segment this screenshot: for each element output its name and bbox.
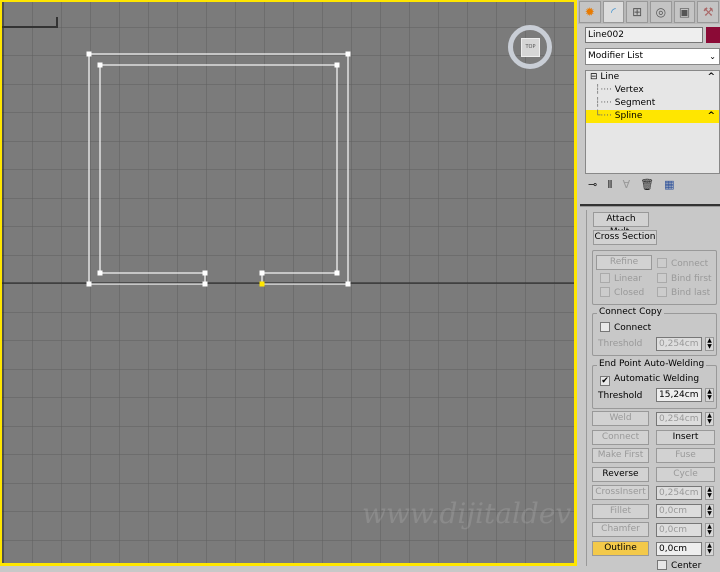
- stack-toolbar: ⊸ Ⅱ ∀ 🗑 ▦: [588, 178, 718, 194]
- stack-item-label: Segment: [614, 98, 656, 108]
- stack-item-label: Vertex: [614, 85, 644, 95]
- modifier-list-label: Modifier List: [588, 51, 643, 61]
- closed-checkbox[interactable]: Closed: [600, 287, 644, 299]
- command-panel: ✹ ◜ ⊞ ◎ ▣ ⚒ Line002 Modifier List ⌄ ⊟ Lin…: [578, 0, 720, 571]
- remove-modifier-icon[interactable]: 🗑: [640, 178, 654, 194]
- cross-section-button[interactable]: Cross Section: [593, 230, 657, 245]
- chamfer-button[interactable]: Chamfer: [592, 522, 649, 537]
- collapse-icon: ⊟: [590, 72, 601, 82]
- auto-welding-title: End Point Auto-Welding: [597, 359, 707, 369]
- stack-item-segment[interactable]: ┆···· Segment: [586, 97, 719, 110]
- spinner[interactable]: ▲ ▼: [705, 486, 714, 500]
- make-first-button[interactable]: Make First: [592, 448, 649, 463]
- create-tab[interactable]: ✹: [579, 1, 601, 23]
- weld-value-field[interactable]: 0,254cm: [656, 412, 702, 426]
- viewcube-top-face[interactable]: TOP: [521, 38, 540, 57]
- fillet-button[interactable]: Fillet: [592, 504, 649, 519]
- cycle-button[interactable]: Cycle: [656, 467, 715, 482]
- watermark: www.dijitaldev: [362, 497, 572, 530]
- viewcube[interactable]: TOP: [508, 25, 552, 69]
- fuse-button[interactable]: Fuse: [656, 448, 715, 463]
- hierarchy-icon: ⊞: [632, 5, 643, 19]
- bind-last-label: Bind last: [671, 288, 711, 298]
- spinner[interactable]: ▲ ▼: [705, 412, 714, 426]
- command-panel-tabs: ✹ ◜ ⊞ ◎ ▣ ⚒: [578, 0, 720, 24]
- reverse-button[interactable]: Reverse: [592, 467, 649, 482]
- motion-icon: ◎: [655, 5, 667, 19]
- configure-sets-icon[interactable]: ▦: [664, 178, 674, 194]
- cross-insert-button[interactable]: CrossInsert: [592, 485, 649, 500]
- automatic-welding-checkbox[interactable]: ✔ Automatic Welding: [600, 374, 699, 386]
- bind-last-checkbox[interactable]: Bind last: [657, 287, 710, 299]
- outline-field[interactable]: 0,0cm: [656, 542, 702, 556]
- geometry-rollout: Attach Mult. Cross Section Refine Connec…: [586, 210, 720, 571]
- object-color-swatch[interactable]: [706, 27, 720, 43]
- pin-stack-icon[interactable]: ⊸: [588, 178, 597, 194]
- create-icon: ✹: [584, 5, 595, 19]
- connect-button[interactable]: Connect: [592, 430, 649, 445]
- connect-label: Connect: [671, 259, 709, 269]
- bind-first-checkbox[interactable]: Bind first: [657, 273, 712, 285]
- stack-item-spline[interactable]: └···· Spline ^: [586, 110, 719, 123]
- center-checkbox[interactable]: Center: [657, 560, 701, 572]
- weld-button[interactable]: Weld: [592, 411, 649, 426]
- motion-tab[interactable]: ◎: [650, 1, 672, 23]
- stack-item-label: Spline: [614, 111, 643, 121]
- panel-divider: [580, 204, 720, 207]
- make-unique-icon[interactable]: ∀: [623, 178, 631, 194]
- automatic-welding-label: Automatic Welding: [614, 374, 700, 384]
- linear-checkbox[interactable]: Linear: [600, 273, 642, 285]
- show-end-result-icon[interactable]: Ⅱ: [607, 178, 612, 194]
- chevron-up-icon: ^: [707, 111, 715, 121]
- stack-item-vertex[interactable]: ┆···· Vertex: [586, 84, 719, 97]
- fillet-field[interactable]: 0,0cm: [656, 504, 702, 518]
- spinner[interactable]: ▲ ▼: [705, 523, 714, 537]
- object-name-field[interactable]: Line002: [585, 27, 703, 43]
- viewport-grid: [2, 2, 574, 563]
- closed-label: Closed: [614, 288, 645, 298]
- connect-copy-checkbox[interactable]: Connect: [600, 322, 651, 334]
- top-viewport[interactable]: TOP www.dijitaldev: [0, 0, 577, 566]
- modifier-list-dropdown[interactable]: Modifier List ⌄: [585, 48, 720, 65]
- spinner[interactable]: ▲ ▼: [705, 388, 714, 402]
- utilities-icon: ⚒: [702, 5, 714, 19]
- connect-copy-label: Connect: [614, 323, 652, 333]
- weld-threshold-label: Threshold: [598, 391, 643, 401]
- display-icon: ▣: [678, 5, 691, 19]
- bind-first-label: Bind first: [671, 274, 712, 284]
- cross-insert-field[interactable]: 0,254cm: [656, 486, 702, 500]
- connect-copy-threshold-field[interactable]: 0,254cm: [656, 337, 702, 351]
- spinner[interactable]: ▲ ▼: [705, 337, 714, 351]
- center-label: Center: [671, 561, 702, 571]
- auto-welding-group: End Point Auto-Welding: [592, 359, 717, 409]
- linear-label: Linear: [614, 274, 642, 284]
- chevron-up-icon: ^: [707, 72, 715, 82]
- weld-threshold-field[interactable]: 15,24cm: [656, 388, 702, 402]
- stack-item-label: Line: [600, 72, 620, 82]
- stack-item-line[interactable]: ⊟ Line ^: [586, 71, 719, 84]
- connect-checkbox[interactable]: Connect: [657, 258, 708, 270]
- selected-vertex[interactable]: [259, 281, 265, 287]
- connect-copy-threshold-label: Threshold: [598, 339, 643, 349]
- modify-tab[interactable]: ◜: [602, 1, 625, 23]
- chevron-down-icon: ⌄: [709, 52, 716, 61]
- spinner[interactable]: ▲ ▼: [705, 542, 714, 556]
- outline-button[interactable]: Outline: [592, 541, 649, 556]
- attach-mult-button[interactable]: Attach Mult.: [593, 212, 649, 237]
- chamfer-field[interactable]: 0,0cm: [656, 523, 702, 537]
- spinner[interactable]: ▲ ▼: [705, 504, 714, 518]
- display-tab[interactable]: ▣: [673, 1, 696, 23]
- utilities-tab[interactable]: ⚒: [697, 1, 720, 23]
- connect-copy-title: Connect Copy: [597, 307, 664, 317]
- modify-icon: ◜: [611, 5, 616, 19]
- refine-button[interactable]: Refine: [596, 255, 652, 270]
- modifier-stack[interactable]: ⊟ Line ^ ┆···· Vertex ┆···· Segment └····…: [585, 70, 720, 174]
- hierarchy-tab[interactable]: ⊞: [626, 1, 649, 23]
- insert-button[interactable]: Insert: [656, 430, 715, 445]
